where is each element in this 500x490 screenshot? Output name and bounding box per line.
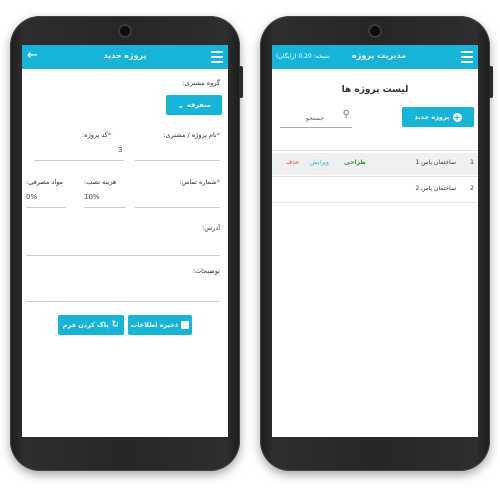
plus-circle-icon: + [452, 112, 462, 122]
side-button [489, 66, 493, 98]
clear-form-button[interactable]: پاک کردن فرم ↻ [58, 315, 124, 335]
refresh-icon: ↻ [111, 320, 120, 330]
project-name: ساختمان پاس 1 [415, 159, 456, 166]
customer-group-label: گروه مشتری: [182, 79, 220, 87]
screen-project-list: نسخه: 0.20 (رایگان) مدیریت پروژه لیست پر… [272, 45, 478, 437]
screen-new-project: ← پروژه جدید گروه مشتری: ⌄ متفرقه *نام پ… [22, 45, 228, 437]
phone-input[interactable] [135, 207, 220, 208]
table-row[interactable]: 1 ساختمان پاس 1 طراحی ویرایش حذف [272, 153, 478, 175]
project-name-input[interactable] [135, 160, 220, 161]
search-underline [280, 127, 352, 128]
project-code-input[interactable] [34, 160, 124, 161]
delete-link[interactable]: حذف [286, 159, 299, 166]
save-button[interactable]: ذخیره اطلاعات [128, 315, 192, 335]
address-input[interactable] [26, 255, 220, 256]
design-link[interactable]: طراحی [344, 159, 366, 166]
install-cost-value: 10% [84, 193, 100, 201]
menu-icon[interactable] [211, 51, 223, 63]
phone-left: ← پروژه جدید گروه مشتری: ⌄ متفرقه *نام پ… [10, 16, 243, 471]
divider [272, 176, 478, 177]
page-title: پروژه جدید [103, 51, 147, 60]
search-box[interactable]: ⚲ جستجو [280, 107, 352, 128]
chevron-down-icon: ⌄ [177, 100, 185, 110]
project-code-value: 3 [118, 146, 123, 154]
install-cost-label: هزینه نصب: [84, 178, 117, 186]
camera-dot [370, 26, 380, 36]
menu-icon[interactable] [461, 51, 473, 63]
edit-link[interactable]: ویرایش [310, 159, 329, 166]
camera-dot [120, 26, 130, 36]
install-cost-input[interactable] [84, 207, 126, 208]
divider [272, 150, 478, 151]
page-title: مدیریت پروژه [352, 51, 407, 60]
consumables-value: 0% [26, 193, 38, 201]
list-title: لیست پروژه ها [341, 85, 409, 95]
app-bar: نسخه: 0.20 (رایگان) مدیریت پروژه [272, 45, 478, 69]
customer-group-select[interactable]: ⌄ متفرقه [166, 95, 222, 115]
project-code-label: *کد پروژه: [82, 131, 112, 139]
divider [272, 202, 478, 203]
search-icon: ⚲ [342, 109, 350, 120]
version-text: نسخه: 0.20 (رایگان) [276, 53, 330, 60]
search-input: جستجو [306, 115, 324, 122]
notes-label: توضیحات: [192, 267, 220, 275]
project-name: ساختمان پاس 2 [415, 185, 456, 192]
table-row[interactable]: 2 ساختمان پاس 2 [272, 179, 478, 201]
new-project-button[interactable]: پروژه جدید + [402, 107, 474, 127]
consumables-label: مواد مصرفی: [26, 178, 64, 186]
address-label: آدرس: [202, 224, 220, 232]
consumables-input[interactable] [26, 207, 66, 208]
save-icon [181, 321, 190, 329]
notes-input[interactable] [26, 301, 220, 302]
phone-label: *شماره تماس: [179, 178, 220, 186]
project-name-label: *نام پروژه / مشتری: [163, 131, 220, 139]
app-bar: ← پروژه جدید [22, 45, 228, 69]
phone-right: نسخه: 0.20 (رایگان) مدیریت پروژه لیست پر… [260, 16, 493, 471]
side-button [239, 66, 243, 98]
